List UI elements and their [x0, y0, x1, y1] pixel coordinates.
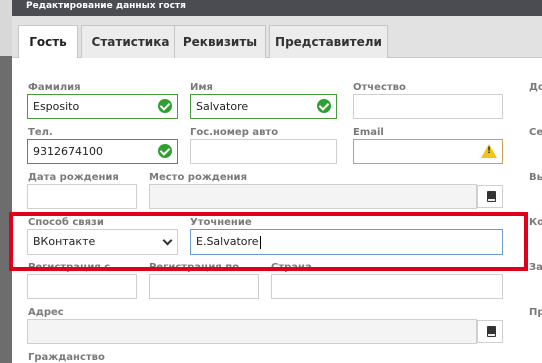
right-column-label: За — [529, 262, 542, 273]
surname-label: Фамилия — [28, 82, 81, 93]
car-plate-field[interactable] — [190, 139, 337, 164]
address-label: Адрес — [28, 307, 64, 318]
book-icon — [487, 191, 496, 202]
right-column-label: Вы — [529, 172, 542, 183]
background-panel — [0, 56, 12, 363]
registration-to-field[interactable] — [149, 274, 259, 299]
tab-requisites[interactable]: Реквизиты — [174, 25, 266, 58]
email-label: Email — [353, 127, 384, 138]
country-field[interactable] — [271, 274, 503, 299]
birth-place-lookup-button[interactable] — [477, 185, 503, 208]
contact-row-highlight — [9, 212, 528, 271]
surname-field[interactable]: Esposito — [27, 94, 178, 119]
phone-label: Тел. — [28, 127, 53, 138]
first-name-label: Имя — [190, 82, 213, 93]
right-column-label: Се — [529, 127, 542, 138]
tab-representatives[interactable]: Представители — [269, 25, 388, 58]
surname-value: Esposito — [33, 100, 80, 113]
right-column-label: До — [529, 82, 542, 93]
check-icon — [158, 144, 172, 158]
registration-from-field[interactable] — [27, 274, 137, 299]
phone-value: 9312674100 — [33, 145, 103, 158]
birth-place-label: Место рождения — [149, 172, 247, 183]
first-name-field[interactable]: Salvatore — [190, 94, 337, 119]
guest-edit-dialog: Редактирование данных гостя Гость Статис… — [12, 0, 542, 363]
tab-bar: Гость Статистика Реквизиты Представители — [12, 16, 542, 59]
patronymic-field[interactable] — [353, 94, 503, 119]
book-icon — [487, 326, 496, 337]
birth-place-field[interactable] — [149, 184, 477, 209]
birth-date-field[interactable] — [27, 184, 137, 209]
car-plate-label: Гос.номер авто — [190, 127, 279, 138]
warning-icon — [481, 144, 497, 158]
right-column-label: Пр — [529, 307, 542, 318]
tab-guest[interactable]: Гость — [18, 25, 78, 59]
check-icon — [158, 99, 172, 113]
patronymic-label: Отчество — [353, 82, 406, 93]
email-field[interactable] — [353, 139, 503, 164]
citizenship-label: Гражданство — [28, 352, 105, 363]
check-icon — [317, 99, 331, 113]
address-field[interactable] — [27, 319, 477, 344]
background-panel — [0, 0, 12, 56]
dialog-title: Редактирование данных гостя — [12, 0, 542, 16]
guest-form: Фамилия Esposito Имя Salvatore Отчество … — [12, 58, 542, 363]
first-name-value: Salvatore — [196, 100, 249, 113]
right-column-label: Ко — [529, 217, 542, 228]
tab-statistics[interactable]: Статистика — [81, 25, 180, 58]
birth-date-label: Дата рождения — [28, 172, 119, 183]
address-lookup-button[interactable] — [477, 320, 503, 343]
phone-field[interactable]: 9312674100 — [27, 139, 178, 164]
